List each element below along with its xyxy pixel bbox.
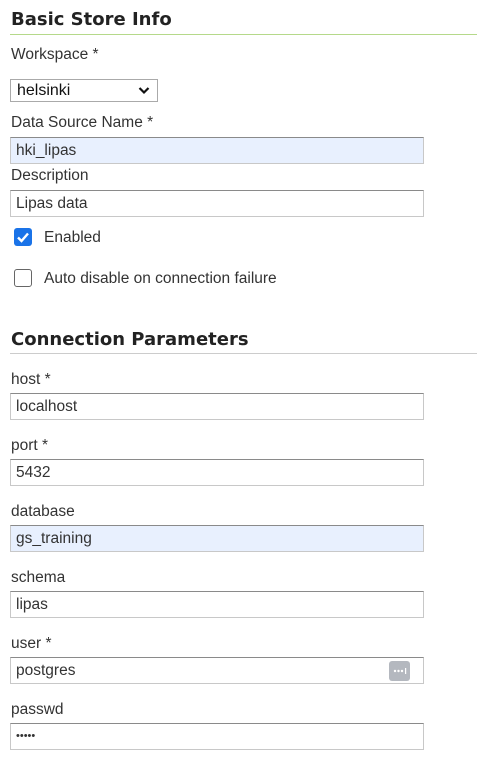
auto-disable-label: Auto disable on connection failure (44, 270, 277, 287)
workspace-label: Workspace * (11, 46, 99, 63)
workspace-selected-value: helsinki (17, 82, 71, 99)
data-source-name-input[interactable]: hki_lipas (10, 137, 424, 164)
enabled-checkbox[interactable] (14, 228, 32, 246)
chevron-down-icon (138, 87, 150, 95)
user-label: user * (11, 635, 52, 652)
user-value: postgres (16, 662, 76, 679)
port-input[interactable]: 5432 (10, 459, 424, 486)
section-title-basic-store-info: Basic Store Info (11, 9, 172, 30)
description-input[interactable]: Lipas data (10, 190, 424, 217)
schema-label: schema (11, 569, 66, 586)
port-label: port * (11, 437, 49, 454)
auto-disable-checkbox[interactable] (14, 269, 32, 287)
database-label: database (11, 503, 75, 520)
description-label: Description (11, 167, 89, 184)
passwd-input[interactable]: ••••• (10, 723, 424, 750)
section-divider (10, 34, 477, 35)
user-input[interactable]: postgres (10, 657, 424, 684)
host-input[interactable]: localhost (10, 393, 424, 420)
host-label: host * (11, 371, 51, 388)
checkmark-icon (17, 232, 29, 243)
workspace-select[interactable]: helsinki (10, 79, 158, 102)
data-source-name-label: Data Source Name * (11, 114, 154, 131)
section-divider (10, 353, 477, 354)
password-manager-icon[interactable] (389, 661, 410, 681)
enabled-label: Enabled (44, 229, 101, 246)
passwd-label: passwd (11, 701, 64, 718)
schema-input[interactable]: lipas (10, 591, 424, 618)
database-input[interactable]: gs_training (10, 525, 424, 552)
section-title-connection-parameters: Connection Parameters (11, 329, 249, 350)
